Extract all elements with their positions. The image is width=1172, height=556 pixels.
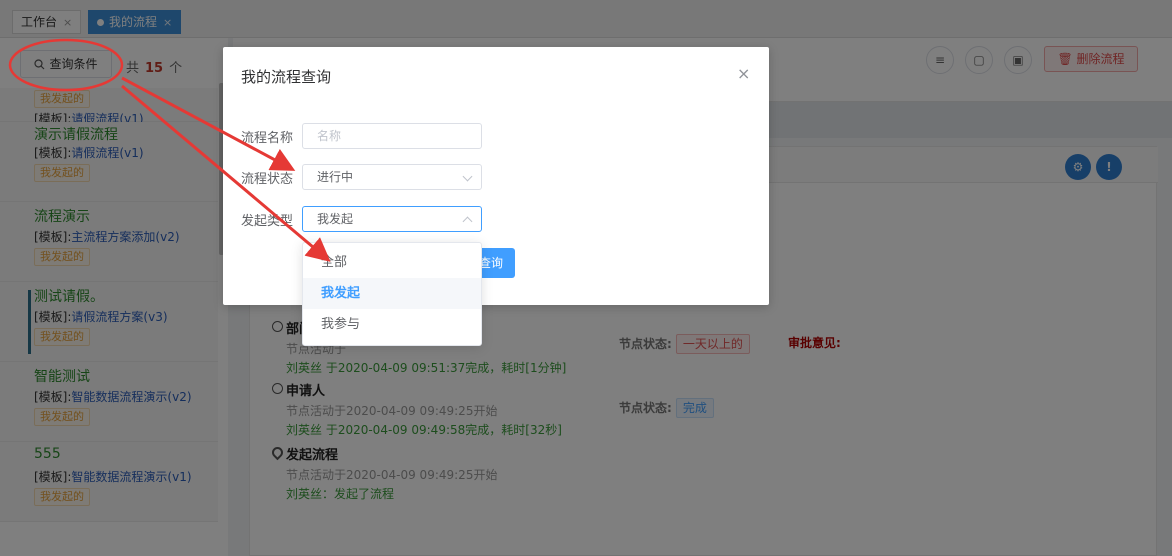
- option-participated[interactable]: 我参与: [303, 309, 481, 340]
- name-input[interactable]: 名称: [302, 123, 482, 149]
- type-select[interactable]: 我发起: [302, 206, 482, 232]
- chevron-up-icon: [462, 216, 473, 227]
- close-icon[interactable]: ×: [737, 64, 750, 83]
- type-label: 发起类型: [241, 214, 294, 229]
- status-value: 进行中: [317, 170, 354, 184]
- option-all[interactable]: 全部: [303, 247, 481, 278]
- status-select[interactable]: 进行中: [302, 164, 482, 190]
- option-initiated[interactable]: 我发起: [303, 278, 481, 309]
- status-label: 流程状态: [241, 172, 294, 187]
- type-value: 我发起: [317, 212, 354, 226]
- chevron-down-icon: [462, 171, 473, 182]
- type-dropdown: 全部 我发起 我参与: [302, 242, 482, 346]
- dialog-title: 我的流程查询: [241, 68, 332, 86]
- name-label: 流程名称: [241, 131, 294, 146]
